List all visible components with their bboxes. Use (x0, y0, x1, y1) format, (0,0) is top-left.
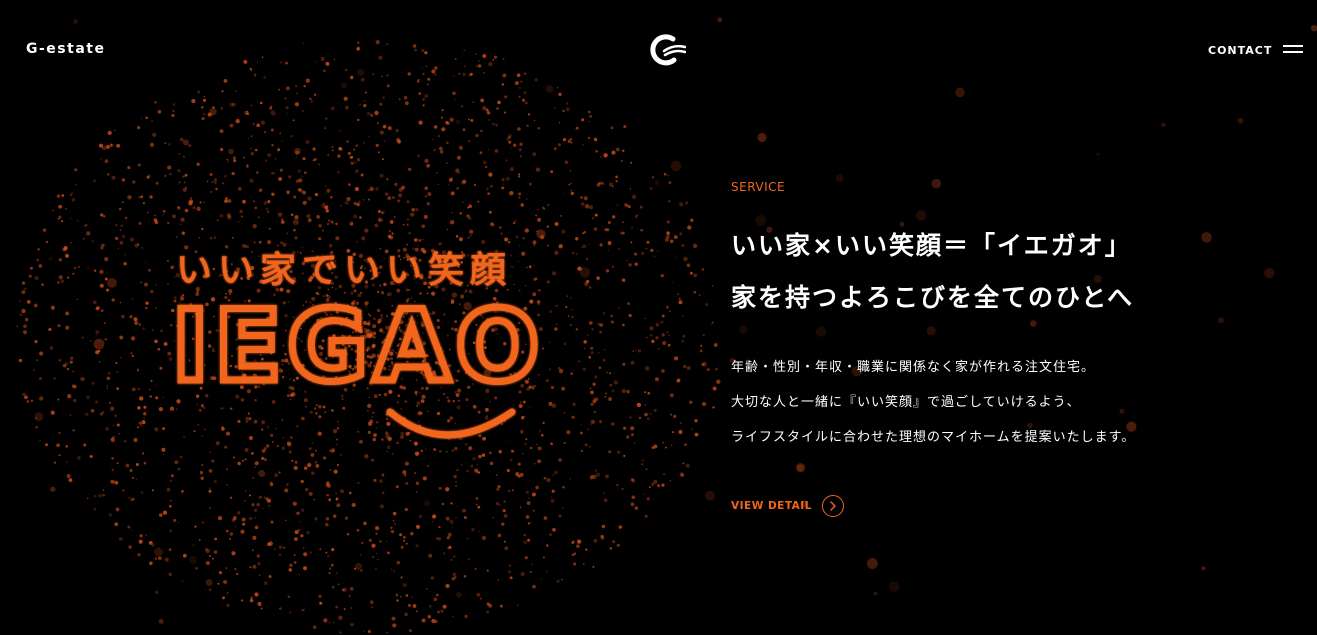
headline-line-1: いい家×いい笑顔＝「イエガオ」 (731, 231, 1132, 260)
headline-line-2: 家を持つよろこびを全てのひとへ (731, 283, 1135, 312)
description-line-3: ライフスタイルに合わせた理想のマイホームを提案いたします。 (731, 430, 1136, 445)
chevron-right-circle-icon (821, 495, 844, 517)
iegao-tagline: いい家でいい笑顔 (176, 250, 512, 291)
description: 年齢・性別・年収・職業に関係なく家が作れる注文住宅。 大切な人と一緒に『いい笑顔… (731, 350, 1291, 455)
iegao-wordmark: IEGAO (172, 290, 545, 404)
g-estate-logo-icon[interactable] (648, 32, 687, 68)
menu-line (1283, 51, 1303, 53)
hero-section: いい家でいい笑顔 IEGAO G-estate CONTACT SERVICE … (0, 0, 1317, 635)
iegao-logo-visual: いい家でいい笑顔 IEGAO (140, 230, 610, 470)
smile-curve (386, 408, 516, 439)
view-detail-button[interactable]: VIEW DETAIL (731, 495, 844, 517)
description-line-1: 年齢・性別・年収・職業に関係なく家が作れる注文住宅。 (731, 360, 1096, 375)
iegao-logo-graphic: いい家でいい笑顔 IEGAO (169, 250, 545, 439)
hamburger-menu-icon[interactable] (1283, 44, 1303, 56)
view-detail-label: VIEW DETAIL (731, 500, 812, 512)
menu-line (1283, 45, 1303, 47)
brand-name[interactable]: G-estate (26, 41, 105, 57)
headline: いい家×いい笑顔＝「イエガオ」 家を持つよろこびを全てのひとへ (731, 220, 1291, 324)
description-line-2: 大切な人と一緒に『いい笑顔』で過ごしていけるよう、 (731, 395, 1081, 410)
section-label: SERVICE (731, 180, 786, 194)
contact-link[interactable]: CONTACT (1208, 44, 1272, 57)
